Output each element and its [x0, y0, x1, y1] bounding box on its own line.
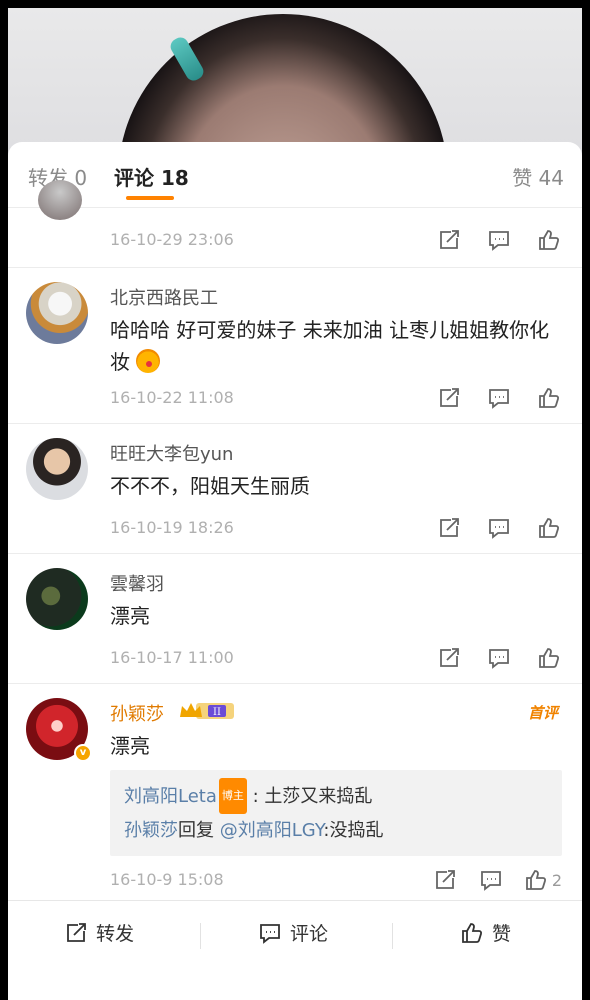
reply-item: 刘高阳Leta 博主 : 土莎又来捣乱 [124, 778, 548, 814]
comment-text-content: 哈哈哈 好可爱的妹子 未来加油 让枣儿姐姐教你化妆 [110, 318, 550, 374]
tab-comments[interactable]: 评论 18 [114, 162, 189, 191]
comment-icon [260, 923, 280, 944]
like-icon [462, 922, 483, 943]
repost-icon [67, 922, 86, 942]
like-button[interactable]: 2 [524, 868, 562, 892]
comment-author[interactable]: 旺旺大李包yun [110, 440, 233, 466]
comment-time: 16-10-19 18:26 [110, 518, 234, 537]
like-icon[interactable] [536, 646, 562, 670]
repost-icon[interactable] [436, 516, 462, 540]
status-bar [0, 0, 590, 8]
reply-author[interactable]: 刘高阳Leta [124, 786, 217, 807]
comment-item-partial: 16-10-29 23:06 [8, 180, 582, 268]
avatar[interactable] [26, 568, 88, 630]
comment-item: 雲馨羽 漂亮 16-10-17 11:00 [8, 554, 582, 684]
comment-label: 评论 [290, 923, 329, 945]
reply-box[interactable]: 刘高阳Leta 博主 : 土莎又来捣乱 孙颖莎回复 @刘高阳LGY:没捣乱 [110, 770, 562, 856]
verified-badge-icon: v [74, 744, 92, 762]
comment-icon[interactable] [486, 228, 512, 252]
reply-verb: 回复 [178, 820, 214, 841]
like-count: 2 [551, 870, 562, 890]
comment-time: 16-10-9 15:08 [110, 870, 224, 889]
kiss-emoji-icon [136, 349, 161, 373]
comment-item: 旺旺大李包yun 不不不，阳姐天生丽质 16-10-19 18:26 [8, 424, 582, 554]
reply-author[interactable]: 孙颖莎 [124, 820, 178, 841]
comment-item: 北京西路民工 哈哈哈 好可爱的妹子 未来加油 让枣儿姐姐教你化妆 16-10-2… [8, 268, 582, 424]
tab-active-indicator [126, 196, 174, 200]
repost-icon[interactable] [436, 646, 462, 670]
avatar[interactable] [38, 180, 82, 220]
comment-actions [436, 228, 562, 252]
like-icon[interactable] [536, 516, 562, 540]
repost-button[interactable]: 转发 [64, 919, 134, 946]
bottom-action-bar: 转发 评论 赞 [8, 900, 582, 1000]
reply-item: 孙颖莎回复 @刘高阳LGY:没捣乱 [124, 814, 548, 848]
divider [392, 923, 393, 949]
like-label: 赞 [492, 923, 512, 945]
like-icon[interactable] [536, 386, 562, 410]
like-icon[interactable] [536, 228, 562, 252]
comment-text: 不不不，阳姐天生丽质 [110, 474, 310, 498]
like-icon [525, 870, 546, 890]
comment-button[interactable]: 评论 [258, 919, 328, 946]
comment-icon[interactable] [486, 516, 512, 540]
comment-icon[interactable] [478, 868, 504, 892]
reply-text: : 土莎又来捣乱 [252, 786, 373, 807]
crown-level-icon: II [180, 703, 234, 719]
host-badge: 博主 [218, 778, 247, 814]
comment-text: 哈哈哈 好可爱的妹子 未来加油 让枣儿姐姐教你化妆 [110, 314, 562, 378]
comment-actions [436, 646, 562, 670]
comment-text: 漂亮 [110, 604, 150, 628]
comment-actions [436, 386, 562, 410]
comment-author[interactable]: 孙颖莎 [110, 700, 164, 726]
avatar[interactable] [26, 282, 88, 344]
repost-icon[interactable] [436, 386, 462, 410]
comment-author[interactable]: 北京西路民工 [110, 284, 218, 310]
comment-item: v 孙颖莎 II 首评 漂亮 刘高阳Leta 博主 : 土莎又来捣乱 孙颖莎回复 … [8, 684, 582, 900]
comment-time: 16-10-29 23:06 [110, 230, 234, 249]
tab-bar: 转发 0 评论 18 赞 44 [8, 142, 582, 208]
reply-text: :没捣乱 [323, 820, 384, 841]
svg-text:II: II [213, 707, 221, 718]
comment-icon[interactable] [486, 386, 512, 410]
comment-author[interactable]: 雲馨羽 [110, 570, 164, 596]
comment-time: 16-10-17 11:00 [110, 648, 234, 667]
comment-actions [436, 516, 562, 540]
repost-label: 转发 [96, 923, 135, 945]
like-button[interactable]: 赞 [460, 919, 511, 946]
first-comment-tag: 首评 [527, 704, 558, 722]
repost-icon[interactable] [436, 228, 462, 252]
comment-actions: 2 [432, 868, 562, 892]
comments-sheet: 转发 0 评论 18 赞 44 16-10-29 23:06 北京西路民工 哈哈… [8, 142, 582, 1000]
repost-icon[interactable] [432, 868, 458, 892]
tab-likes[interactable]: 赞 44 [512, 162, 564, 191]
divider [200, 923, 201, 949]
comment-text: 漂亮 [110, 734, 150, 758]
avatar[interactable] [26, 438, 88, 500]
comment-icon[interactable] [486, 646, 512, 670]
comment-time: 16-10-22 11:08 [110, 388, 234, 407]
reply-mention[interactable]: @刘高阳LGY [220, 820, 324, 841]
